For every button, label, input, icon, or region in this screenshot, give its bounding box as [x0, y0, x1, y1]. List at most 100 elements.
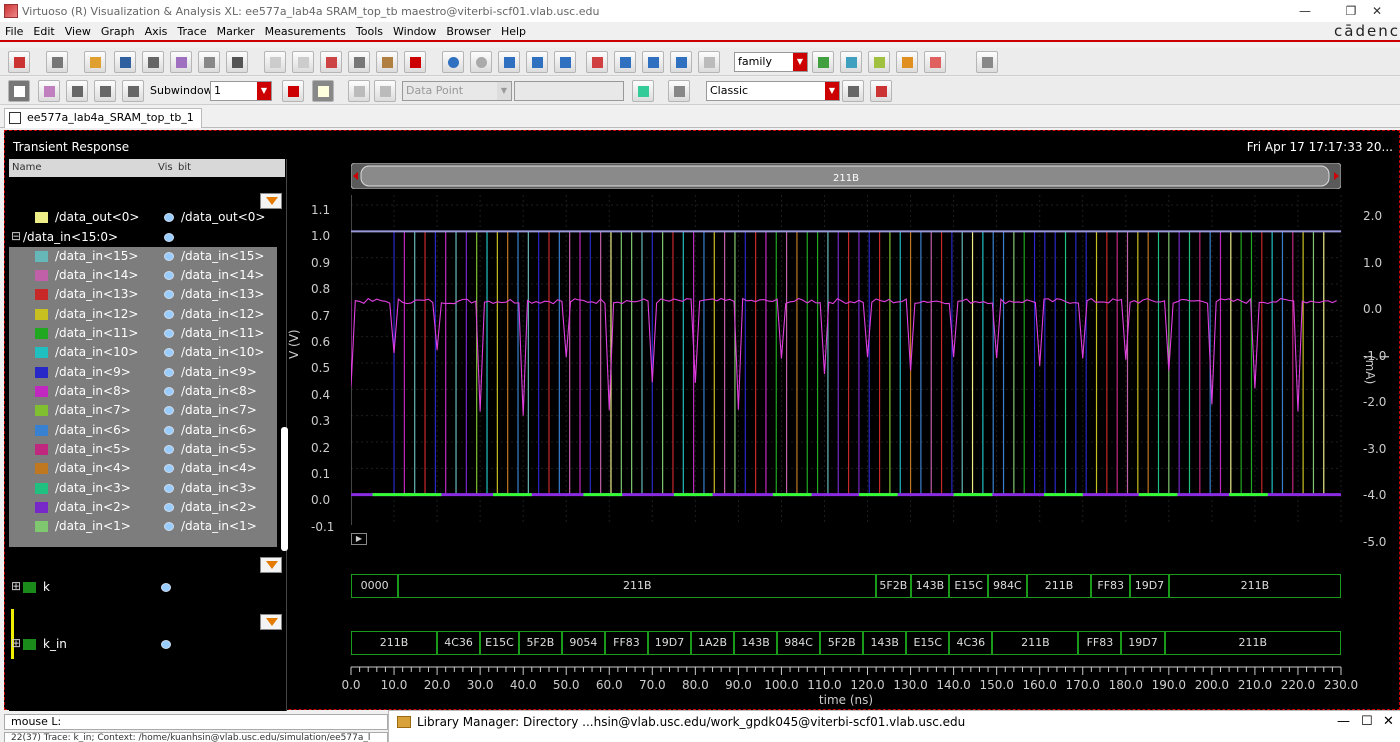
- visibility-eye-icon[interactable]: [164, 329, 174, 338]
- menu-view[interactable]: View: [60, 25, 96, 38]
- visibility-eye-icon[interactable]: [164, 522, 174, 531]
- plot-area[interactable]: 211B 1.1 1.0 0.9 0.8 0.7 0.6 0.5 0.4 0.3 0.2 0.1 0.…: [287, 159, 1397, 709]
- paste-icon[interactable]: [376, 51, 398, 73]
- bus-value-segment[interactable]: 5F2B: [820, 631, 864, 655]
- bus-value-segment[interactable]: 211B: [992, 631, 1079, 655]
- bus-value-segment[interactable]: 4C36: [437, 631, 481, 655]
- bus-value-segment[interactable]: 5F2B: [518, 631, 562, 655]
- edit-icon[interactable]: [226, 51, 248, 73]
- menu-trace[interactable]: Trace: [172, 25, 211, 38]
- bus-value-segment[interactable]: 9054: [561, 631, 605, 655]
- add-trace-icon[interactable]: [896, 51, 918, 73]
- visibility-eye-icon[interactable]: [164, 310, 174, 319]
- close-button[interactable]: ✕: [1354, 0, 1400, 22]
- menu-window[interactable]: Window: [388, 25, 441, 38]
- bus-value-segment[interactable]: 211B: [1168, 574, 1341, 598]
- bus-value-segment[interactable]: 0000: [351, 574, 399, 598]
- flag-icon[interactable]: [282, 80, 304, 102]
- play-icon[interactable]: ▶: [351, 533, 367, 545]
- bus-value-segment[interactable]: FF83: [604, 631, 648, 655]
- fit-x-icon[interactable]: [642, 51, 664, 73]
- color-palette-icon[interactable]: [38, 80, 60, 102]
- composite-chart-icon[interactable]: [840, 51, 862, 73]
- column-bit[interactable]: bit: [178, 162, 191, 173]
- menu-axis[interactable]: Axis: [140, 25, 173, 38]
- menu-help[interactable]: Help: [496, 25, 531, 38]
- zoom-out-icon[interactable]: [526, 51, 548, 73]
- expand-icon[interactable]: ⊞: [11, 579, 21, 593]
- column-name[interactable]: Name: [12, 162, 42, 173]
- zoom-in-icon[interactable]: [498, 51, 520, 73]
- copy-icon[interactable]: [348, 51, 370, 73]
- new-subwindow-icon[interactable]: [46, 51, 68, 73]
- stack-view-icon[interactable]: [66, 80, 88, 102]
- visibility-eye-icon[interactable]: [164, 464, 174, 473]
- cut-icon[interactable]: [320, 51, 342, 73]
- data-point-value-field[interactable]: [514, 81, 624, 101]
- menu-graph[interactable]: Graph: [96, 25, 140, 38]
- grid-toggle-icon[interactable]: [976, 51, 998, 73]
- bus-value-segment[interactable]: 984C: [988, 574, 1027, 598]
- menu-marker[interactable]: Marker: [212, 25, 260, 38]
- bus-value-segment[interactable]: 143B: [734, 631, 778, 655]
- visibility-eye-icon[interactable]: [164, 348, 174, 357]
- bus-k-in-trace[interactable]: 211B 4C36 E15C 5F2B 9054 FF83 19D7 1A2B 143B 984C…: [351, 631, 1341, 655]
- bus-value-segment[interactable]: 19D7: [1121, 631, 1165, 655]
- bus-value-segment[interactable]: 211B: [398, 574, 877, 598]
- visibility-eye-icon[interactable]: [161, 583, 171, 592]
- tab-sram-top-tb[interactable]: ee577a_lab4a_SRAM_top_tb_1: [4, 108, 202, 128]
- filter-icon[interactable]: [260, 557, 282, 573]
- zoom-fit-icon[interactable]: [442, 51, 464, 73]
- family-select[interactable]: family ▼: [734, 52, 808, 72]
- bus-value-segment[interactable]: 19D7: [1130, 574, 1169, 598]
- visibility-eye-icon[interactable]: [164, 503, 174, 512]
- minimize-button[interactable]: —: [1282, 0, 1328, 22]
- library-manager-window[interactable]: Library Manager: Directory ...hsin@vlab.…: [388, 710, 1400, 742]
- bus-k-trace[interactable]: 0000 211B 5F2B 143B E15C 984C 211B FF83 19D7 211B: [351, 574, 1341, 598]
- visibility-eye-icon[interactable]: [164, 445, 174, 454]
- new-window-icon[interactable]: [8, 51, 30, 73]
- subwindow-select[interactable]: 1 ▼: [210, 81, 272, 101]
- marker-mode-icon[interactable]: [312, 80, 334, 102]
- visibility-eye-icon[interactable]: [164, 426, 174, 435]
- bus-value-segment[interactable]: 984C: [777, 631, 821, 655]
- time-scrubber[interactable]: 211B: [351, 163, 1341, 189]
- bus-value-segment[interactable]: 4C36: [949, 631, 993, 655]
- calculator-icon[interactable]: [198, 51, 220, 73]
- bus-value-segment[interactable]: FF83: [1091, 574, 1131, 598]
- side-by-side-icon[interactable]: [94, 80, 116, 102]
- bus-value-segment[interactable]: 5F2B: [876, 574, 911, 598]
- save-icon[interactable]: [114, 51, 136, 73]
- menu-browser[interactable]: Browser: [441, 25, 496, 38]
- style-select[interactable]: Classic ▼: [706, 81, 840, 101]
- split-chart-icon[interactable]: [868, 51, 890, 73]
- pointer-tool-icon[interactable]: [8, 80, 30, 102]
- trace-color-icon[interactable]: [924, 51, 946, 73]
- subwindow-grid-icon[interactable]: [122, 80, 144, 102]
- undo-icon[interactable]: [264, 51, 286, 73]
- visibility-eye-icon[interactable]: [164, 271, 174, 280]
- visibility-eye-icon[interactable]: [164, 387, 174, 396]
- visibility-eye-icon[interactable]: [164, 252, 174, 261]
- copy-style-icon[interactable]: [842, 80, 864, 102]
- bus-value-segment[interactable]: E15C: [906, 631, 950, 655]
- column-vis[interactable]: Vis: [158, 162, 173, 173]
- menu-tools[interactable]: Tools: [351, 25, 388, 38]
- collapse-icon[interactable]: ⊟: [11, 229, 21, 243]
- fit-y-icon[interactable]: [670, 51, 692, 73]
- bus-value-segment[interactable]: 19D7: [648, 631, 692, 655]
- zoom-x-icon[interactable]: [554, 51, 576, 73]
- bar-chart-icon[interactable]: [632, 80, 654, 102]
- expand-icon[interactable]: ⊞: [11, 636, 21, 650]
- open-folder-icon[interactable]: [84, 51, 106, 73]
- close-button[interactable]: ✕: [1383, 714, 1394, 729]
- visibility-eye-icon[interactable]: [164, 484, 174, 493]
- visibility-eye-icon[interactable]: [164, 233, 174, 242]
- strip-chart-icon[interactable]: [812, 51, 834, 73]
- menu-edit[interactable]: Edit: [28, 25, 59, 38]
- visibility-eye-icon[interactable]: [164, 213, 174, 222]
- bus-value-segment[interactable]: E15C: [480, 631, 519, 655]
- waveform-chart[interactable]: [351, 195, 1351, 535]
- filter-icon[interactable]: [260, 193, 282, 209]
- visibility-eye-icon[interactable]: [164, 368, 174, 377]
